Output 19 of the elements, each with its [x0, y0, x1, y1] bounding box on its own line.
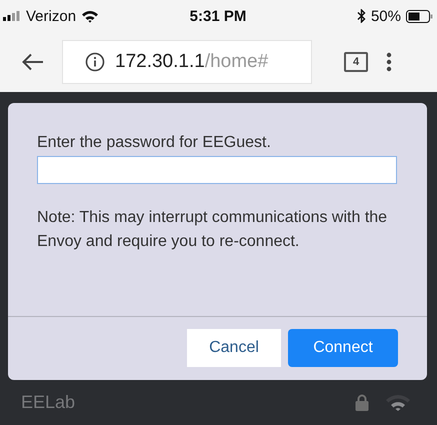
address-bar[interactable]: 172.30.1.1/home#: [62, 40, 312, 84]
clock-time: 5:31 PM: [190, 8, 246, 24]
password-field[interactable]: [37, 156, 397, 184]
battery-icon: [406, 10, 433, 22]
connect-button[interactable]: Connect: [288, 329, 398, 367]
bluetooth-icon: [356, 9, 366, 23]
carrier-name: Verizon: [26, 8, 76, 24]
wifi-icon: [385, 394, 411, 411]
cancel-button[interactable]: Cancel: [187, 329, 281, 367]
battery-percent: 50%: [370, 8, 401, 24]
tab-count[interactable]: 4: [344, 52, 368, 72]
info-icon: [85, 52, 105, 72]
note-text: Note: This may interrupt communications with the Envoy and require you to re-connect.: [37, 208, 388, 252]
url-text: 172.30.1.1/home#: [115, 51, 268, 73]
password-prompt: Enter the password for EEGuest.: [37, 134, 272, 152]
menu-icon[interactable]: [386, 52, 392, 72]
wifi-icon: [81, 10, 100, 22]
signal-icon: [3, 11, 21, 21]
back-icon[interactable]: [22, 53, 44, 71]
